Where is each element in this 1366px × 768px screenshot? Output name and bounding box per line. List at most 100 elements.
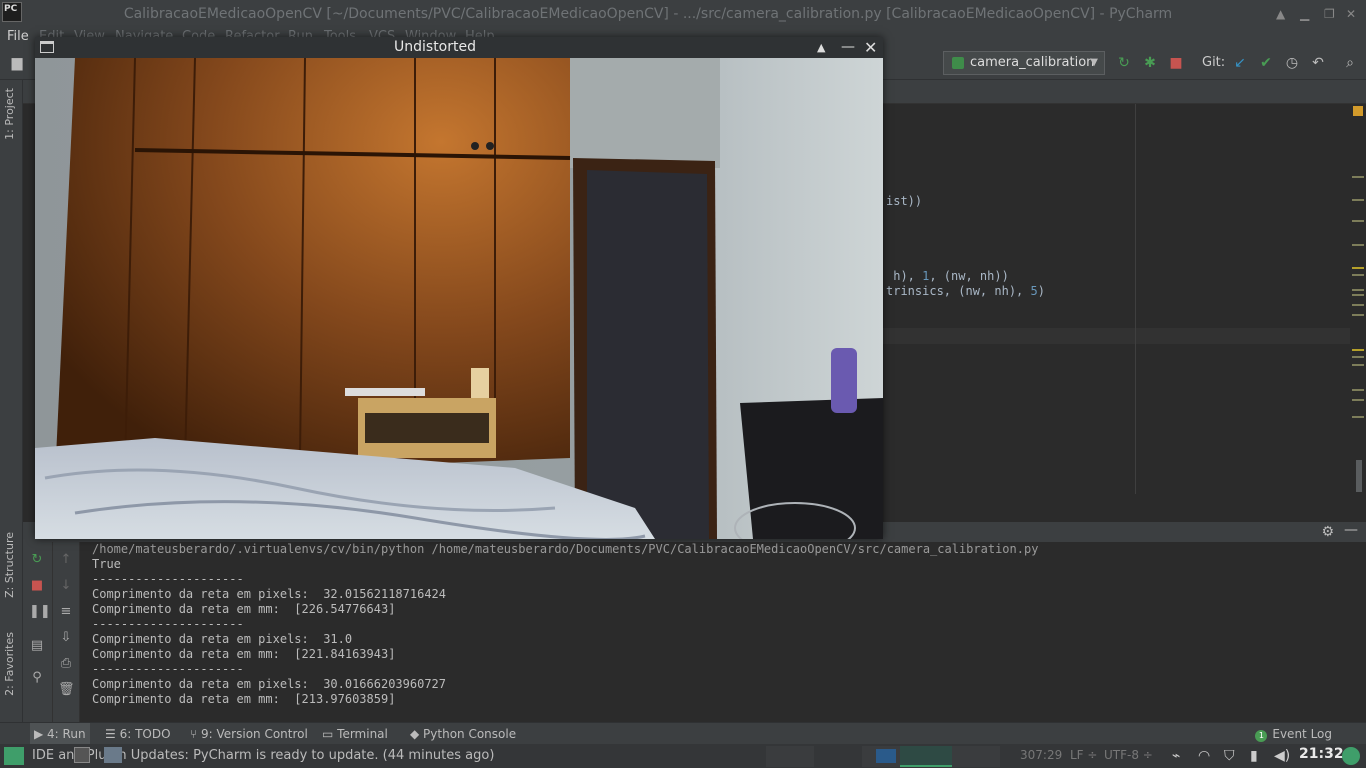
door <box>587 170 709 539</box>
favorites-tool-tab[interactable]: 2: Favorites <box>3 632 16 696</box>
error-stripe-mark <box>1352 176 1364 178</box>
search-everywhere-icon[interactable]: ⌕ <box>1342 55 1358 71</box>
maximize-window-icon[interactable]: ❐ <box>1324 0 1335 28</box>
project-tool-tab[interactable]: 1: Project <box>3 88 16 140</box>
error-stripe-mark <box>1352 274 1364 276</box>
structure-tool-tab[interactable]: Z: Structure <box>3 532 16 598</box>
right-margin-guide <box>1135 104 1136 494</box>
python-icon <box>952 57 964 69</box>
desktop: PC CalibracaoEMedicaoOpenCV [~/Documents… <box>0 0 1366 768</box>
nightstand-shelf <box>365 413 489 443</box>
papers <box>345 388 425 396</box>
pycharm-task-icon[interactable] <box>74 747 90 763</box>
pause-icon[interactable]: ❚❚ <box>29 604 51 620</box>
minimize-window-icon[interactable]: ▲ <box>1276 0 1285 28</box>
pin-icon[interactable]: ⚲ <box>29 670 45 686</box>
notification-icon[interactable] <box>1342 747 1360 765</box>
knob <box>486 142 494 150</box>
print-icon[interactable]: ⎙ <box>58 656 74 672</box>
console-line: Comprimento da reta em pixels: 32.015621… <box>92 587 447 601</box>
scroll-to-end-icon[interactable]: ⇩ <box>58 630 74 646</box>
rerun-icon[interactable]: ↻ <box>1116 55 1132 71</box>
close-window-icon[interactable]: ✕ <box>1346 0 1356 28</box>
error-stripe-mark <box>1352 364 1364 366</box>
hide-panel-icon[interactable]: — <box>1344 522 1358 538</box>
tab-todo-label: 6: TODO <box>119 727 171 741</box>
tab-version-control-label: 9: Version Control <box>201 727 308 741</box>
rerun-icon[interactable]: ↻ <box>29 552 45 568</box>
run-configuration-select[interactable]: camera_calibration ▼ <box>943 51 1105 75</box>
code-text: ist)) <box>886 194 923 208</box>
caret-position[interactable]: 307:29 <box>1020 748 1062 762</box>
error-stripe-mark <box>1352 356 1364 358</box>
run-configuration-label: camera_calibration <box>970 55 1095 70</box>
volume-icon[interactable]: ◀) <box>1274 748 1290 764</box>
ide-window-title: CalibracaoEMedicaoOpenCV [~/Documents/PV… <box>123 6 1173 22</box>
status-message[interactable]: IDE and Plugin Updates: PyCharm is ready… <box>32 748 494 763</box>
camera-image <box>35 58 883 539</box>
shield-icon[interactable]: ⛉ <box>1224 748 1235 764</box>
tab-run[interactable]: ▶ 4: Run <box>30 723 90 745</box>
terminal-icon: ▭ <box>322 727 338 741</box>
console-line: Comprimento da reta em mm: [213.97603859… <box>92 692 396 706</box>
menu-file[interactable]: File <box>7 28 29 46</box>
error-stripe-mark <box>1352 220 1364 222</box>
undistorted-title-bar[interactable]: Undistorted ▲ — ✕ <box>35 37 883 58</box>
paperclip-icon[interactable]: ⌁ <box>1172 748 1180 764</box>
git-revert-icon[interactable]: ↶ <box>1310 55 1326 71</box>
tab-version-control[interactable]: ⑂ 9: Version Control <box>190 723 308 745</box>
wifi-icon[interactable]: ◠ <box>1198 748 1210 764</box>
task-button-active[interactable] <box>900 746 952 767</box>
tab-terminal[interactable]: ▭ Terminal <box>322 723 388 745</box>
task-button[interactable] <box>952 746 1000 767</box>
stop-icon[interactable]: ■ <box>29 578 45 594</box>
editor-scrollbar[interactable] <box>1350 104 1366 494</box>
file-encoding[interactable]: UTF-8 ÷ <box>1104 748 1153 762</box>
trash-icon[interactable]: 🗑 <box>58 682 75 698</box>
code-text: ) <box>1037 284 1045 298</box>
desk <box>740 398 883 539</box>
bottle <box>831 348 857 413</box>
console-line: Comprimento da reta em mm: [221.84163943… <box>92 647 396 661</box>
error-stripe-mark <box>1352 244 1364 246</box>
error-stripe-mark <box>1352 289 1364 291</box>
tab-python-console-label: Python Console <box>423 727 517 741</box>
tab-python-console[interactable]: ◆ Python Console <box>410 723 516 745</box>
code-line: ist)) <box>886 194 922 208</box>
undistorted-window[interactable]: Undistorted ▲ — ✕ <box>35 37 883 539</box>
event-count-badge: 1 <box>1255 730 1268 742</box>
console-output: /home/mateusberardo/.virtualenvs/cv/bin/… <box>92 542 1038 707</box>
taskbar-status-bar: IDE and Plugin Updates: PyCharm is ready… <box>0 744 1366 768</box>
files-task-icon[interactable] <box>104 747 122 763</box>
tab-todo[interactable]: ☰ 6: TODO <box>105 723 171 745</box>
shade-window-icon[interactable]: ▲ <box>817 37 825 58</box>
error-stripe-mark <box>1352 199 1364 201</box>
restore-layout-icon[interactable]: ▤ <box>29 638 45 654</box>
console-line: --------------------- <box>92 662 244 676</box>
cup <box>471 368 489 398</box>
scrollbar-thumb[interactable] <box>1356 460 1362 492</box>
caret-row-highlight <box>883 328 1350 344</box>
arrow-up-icon[interactable]: ↑ <box>58 552 74 568</box>
minimize-icon[interactable]: — <box>841 37 855 58</box>
git-commit-icon[interactable]: ✔ <box>1258 55 1274 71</box>
run-toolbar-secondary: ↑ ↓ ≡ ⇩ ⎙ 🗑 <box>53 542 80 722</box>
upper-wall <box>570 58 720 168</box>
stop-icon[interactable]: ■ <box>1168 55 1184 71</box>
soft-wrap-icon[interactable]: ≡ <box>58 604 74 620</box>
folder-icon[interactable]: ▆ <box>9 55 25 71</box>
event-log-tab[interactable]: 1 Event Log <box>1255 723 1332 745</box>
git-history-icon[interactable]: ◷ <box>1284 55 1300 71</box>
task-button[interactable] <box>766 746 814 767</box>
git-update-icon[interactable]: ↙ <box>1232 55 1248 71</box>
line-separator[interactable]: LF ÷ <box>1070 748 1097 762</box>
app-menu-icon[interactable] <box>4 747 24 765</box>
battery-icon[interactable]: ▮ <box>1250 748 1258 764</box>
minimize-button-icon[interactable]: ▁ <box>1300 0 1309 28</box>
debug-bug-icon[interactable]: ✱ <box>1142 55 1158 71</box>
list-icon: ☰ <box>105 727 120 741</box>
arrow-down-icon[interactable]: ↓ <box>58 578 74 594</box>
close-icon[interactable]: ✕ <box>864 37 877 58</box>
settings-gear-icon[interactable]: ⚙ <box>1321 524 1334 540</box>
warning-marker-icon[interactable] <box>1353 106 1363 116</box>
